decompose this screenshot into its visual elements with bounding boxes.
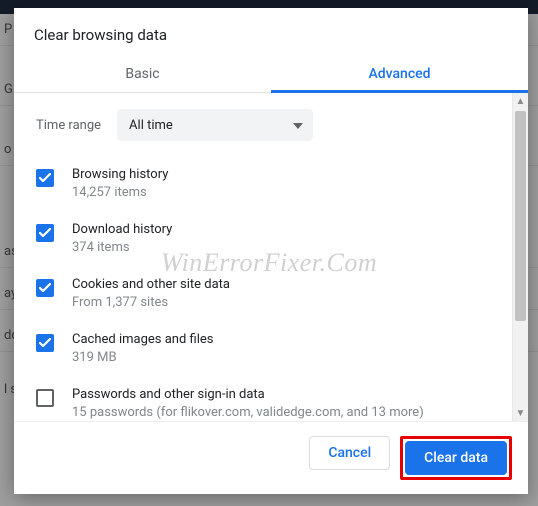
- option-title: Passwords and other sign-in data: [72, 387, 424, 402]
- option-title: Cached images and files: [72, 332, 213, 347]
- cancel-button[interactable]: Cancel: [309, 436, 390, 470]
- time-range-select[interactable]: All time: [117, 109, 313, 141]
- checkbox[interactable]: [36, 224, 54, 242]
- chevron-down-icon: [293, 118, 303, 133]
- dialog-title: Clear browsing data: [14, 8, 528, 56]
- option-row: Cached images and files 319 MB: [36, 324, 500, 379]
- option-row: Passwords and other sign-in data 15 passw…: [36, 379, 500, 421]
- time-range-row: Time range All time: [36, 109, 500, 141]
- dialog-tabs: Basic Advanced: [14, 56, 528, 93]
- dialog-body: Time range All time Browsing history 14,2…: [14, 93, 528, 421]
- option-subtitle: 374 items: [72, 240, 172, 255]
- option-row: Download history 374 items: [36, 214, 500, 269]
- option-title: Download history: [72, 222, 172, 237]
- dialog-footer: Cancel Clear data: [14, 421, 528, 494]
- scroll-thumb[interactable]: [515, 111, 526, 321]
- tab-advanced[interactable]: Advanced: [271, 56, 528, 92]
- option-title: Browsing history: [72, 167, 168, 182]
- scroll-down-icon[interactable]: ▼: [513, 405, 528, 421]
- time-range-label: Time range: [36, 118, 101, 133]
- scrollbar[interactable]: ▲ ▼: [512, 93, 528, 421]
- highlight-clear-data: Clear data: [400, 436, 512, 480]
- option-subtitle: 15 passwords (for flikover.com, validedg…: [72, 405, 424, 420]
- checkbox[interactable]: [36, 169, 54, 187]
- option-subtitle: 319 MB: [72, 350, 213, 365]
- checkbox[interactable]: [36, 334, 54, 352]
- option-row: Browsing history 14,257 items: [36, 159, 500, 214]
- option-subtitle: 14,257 items: [72, 185, 168, 200]
- clear-browsing-data-dialog: Clear browsing data Basic Advanced Time …: [14, 8, 528, 494]
- checkbox[interactable]: [36, 389, 54, 407]
- time-range-value: All time: [129, 118, 173, 133]
- clear-data-button[interactable]: Clear data: [405, 441, 507, 475]
- scroll-up-icon[interactable]: ▲: [513, 93, 528, 109]
- checkbox[interactable]: [36, 279, 54, 297]
- tab-basic[interactable]: Basic: [14, 56, 271, 92]
- option-row: Cookies and other site data From 1,377 si…: [36, 269, 500, 324]
- option-title: Cookies and other site data: [72, 277, 230, 292]
- options-list: Time range All time Browsing history 14,2…: [14, 93, 512, 421]
- option-subtitle: From 1,377 sites: [72, 295, 230, 310]
